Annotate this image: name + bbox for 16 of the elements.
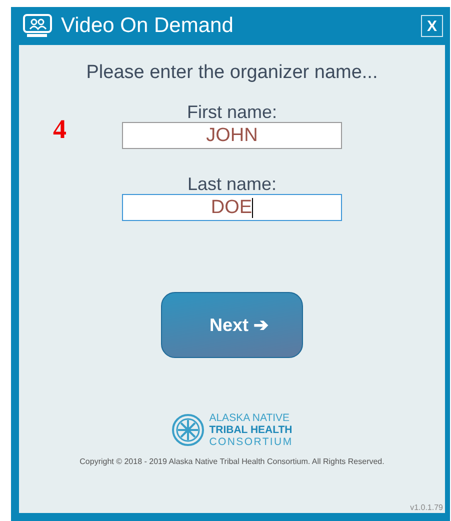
logo-icon	[171, 413, 206, 447]
copyright-text: Copyright © 2018 - 2019 Alaska Native Tribal Health Consortium. All Rights Reserved.	[80, 457, 384, 466]
version-text: v1.0.1.79	[410, 503, 443, 512]
close-button[interactable]: X	[421, 15, 443, 37]
input-field[interactable]: JOHN	[122, 122, 342, 149]
field-label: Last name:	[187, 174, 277, 194]
video-chat-icon	[21, 13, 55, 39]
step-number: 4	[53, 114, 66, 145]
logo-text: CONSORTIUM	[209, 436, 293, 448]
window-title: Video On Demand	[61, 14, 234, 38]
field-label: First name:	[186, 102, 278, 122]
logo-text: ALASKA NATIVE	[209, 412, 291, 424]
logo-text: TRIBAL HEALTH	[209, 424, 293, 436]
input-field[interactable]: DOE	[122, 194, 342, 221]
next-button[interactable]: Next ➔	[161, 292, 303, 358]
prompt-text: Please enter the organizer name...	[86, 62, 378, 84]
